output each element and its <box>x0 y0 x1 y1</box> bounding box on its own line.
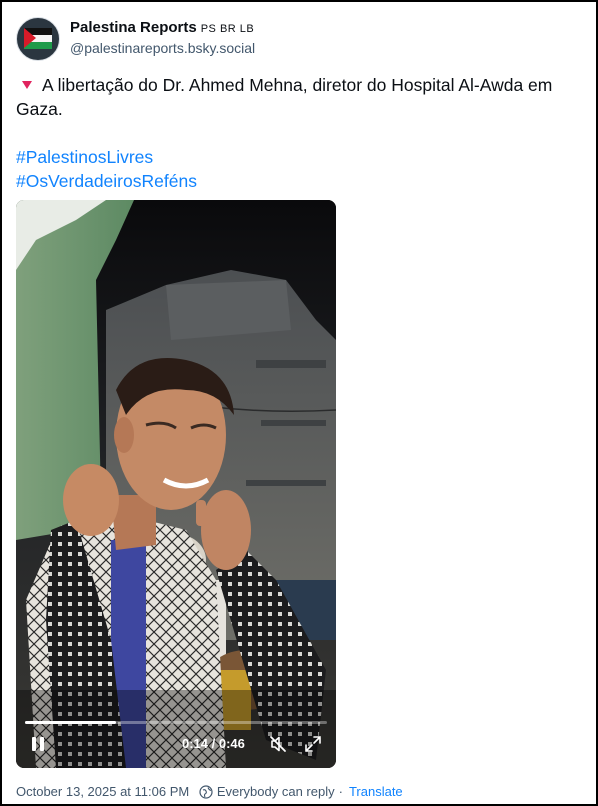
hashtag-link[interactable]: #OsVerdadeirosReféns <box>16 169 197 193</box>
video-progress-fill <box>25 721 116 724</box>
pause-button[interactable] <box>30 736 46 752</box>
video-controls: 0:14 / 0:46 <box>16 712 336 768</box>
author-flag-tags: PS BR LB <box>200 23 255 35</box>
video-progress-bar[interactable] <box>25 721 327 724</box>
hashtag-link[interactable]: #PalestinosLivres <box>16 145 197 169</box>
video-player[interactable]: 0:14 / 0:46 <box>16 200 336 768</box>
post-header: Palestina Reports PS BR LB @palestinarepo… <box>16 16 576 64</box>
post-card: Palestina Reports PS BR LB @palestinarepo… <box>0 0 598 806</box>
palestine-flag-icon <box>24 28 52 49</box>
author-display-name[interactable]: Palestina Reports <box>70 19 197 36</box>
reply-settings-icon <box>199 785 213 802</box>
video-time: 0:14 / 0:46 <box>182 736 245 751</box>
post-text: A libertação do Dr. Ahmed Mehna, diretor… <box>16 73 556 121</box>
video-frame <box>16 200 336 768</box>
muted-speaker-icon[interactable] <box>268 734 288 754</box>
avatar[interactable] <box>16 17 60 61</box>
fullscreen-icon[interactable] <box>303 734 323 754</box>
post-timestamp[interactable]: October 13, 2025 at 11:06 PM <box>16 784 189 799</box>
post-meta: October 13, 2025 at 11:06 PM Everybody c… <box>16 784 403 802</box>
translate-link[interactable]: Translate <box>349 784 403 799</box>
reply-setting-text[interactable]: Everybody can reply <box>217 784 335 799</box>
meta-separator: · <box>338 784 343 799</box>
hashtag-list: #PalestinosLivres #OsVerdadeirosReféns <box>16 145 197 193</box>
red-triangle-icon <box>22 81 32 90</box>
post-body: A libertação do Dr. Ahmed Mehna, diretor… <box>16 75 553 119</box>
author-handle[interactable]: @palestinareports.bsky.social <box>70 40 255 56</box>
